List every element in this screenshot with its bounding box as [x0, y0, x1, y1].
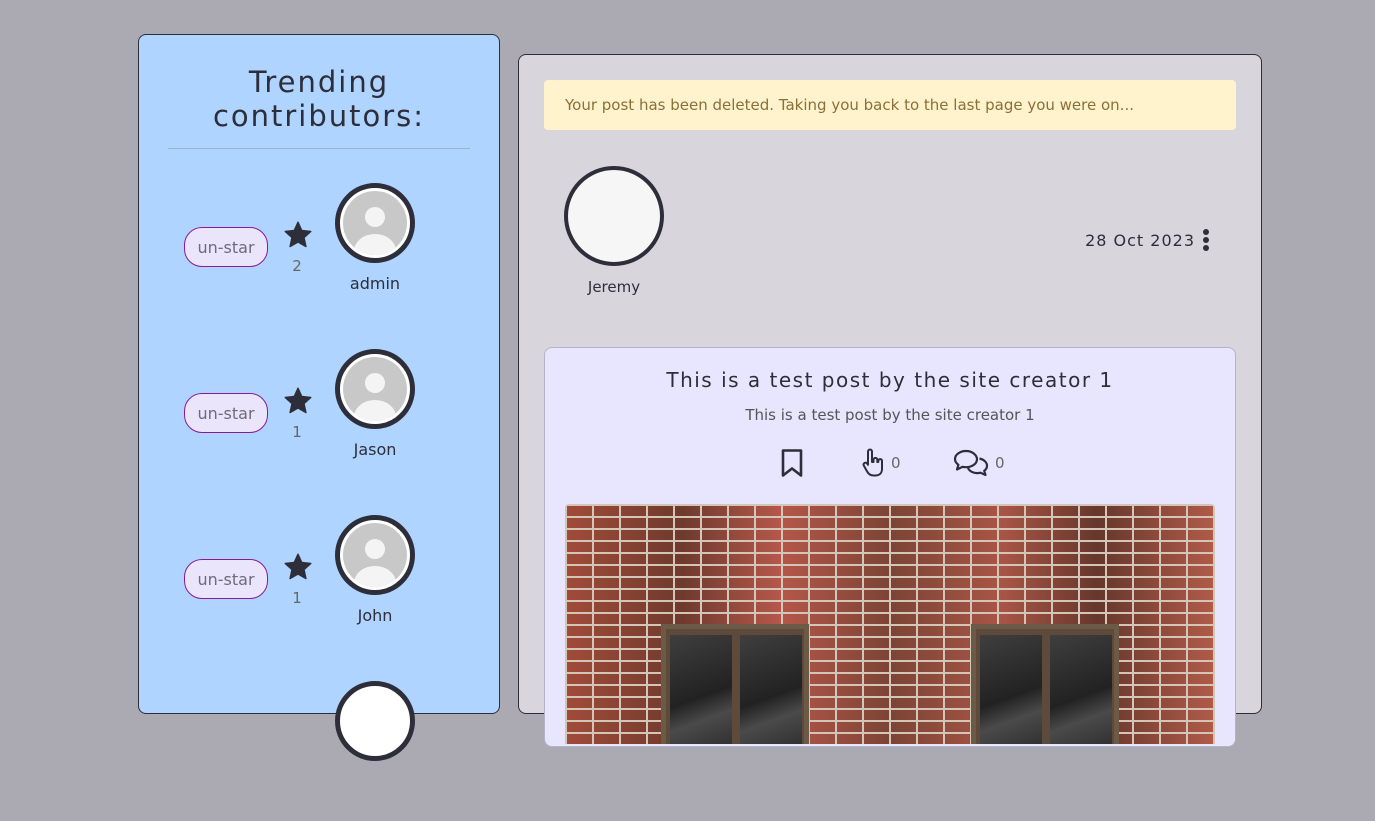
author-avatar[interactable] [564, 166, 664, 266]
sidebar-title-text: Trending contributors: [212, 65, 426, 133]
star-icon [284, 553, 312, 580]
avatar[interactable] [335, 349, 415, 429]
sidebar-divider [168, 148, 470, 149]
contributor-row-john: un-star 1 John [139, 515, 499, 655]
unstar-button[interactable]: un-star [184, 227, 268, 267]
sidebar-title: Trending contributors: [139, 65, 499, 133]
star-count: 1 [292, 423, 302, 441]
window-shape [661, 624, 809, 744]
user-placeholder-icon [354, 539, 396, 587]
bookmark-icon [781, 449, 803, 477]
like-count: 0 [891, 454, 901, 472]
star-count: 2 [292, 257, 302, 275]
contributor-row-jason: un-star 1 Jason [139, 349, 499, 489]
trending-contributors-panel: Trending contributors: un-star 2 admin u… [138, 34, 500, 761]
unstar-button[interactable]: un-star [184, 393, 268, 433]
post-actions: 0 0 [545, 446, 1235, 480]
pointing-hand-icon [862, 448, 883, 477]
post-body: This is a test post by the site creator … [745, 406, 1035, 424]
avatar[interactable] [335, 515, 415, 595]
comments-button[interactable]: 0 [953, 446, 1005, 480]
user-placeholder-icon [354, 207, 396, 255]
user-placeholder-icon [354, 373, 396, 421]
post-card: This is a test post by the site creator … [544, 347, 1236, 747]
kebab-menu-icon[interactable] [1199, 228, 1213, 256]
speech-bubbles-icon [953, 449, 989, 477]
alert-message: Your post has been deleted. Taking you b… [565, 96, 1134, 114]
avatar[interactable] [335, 183, 415, 263]
contributor-row-partial [139, 681, 499, 821]
author-name[interactable]: Jeremy [564, 278, 664, 296]
bookmark-button[interactable] [779, 446, 805, 480]
star-icon [284, 221, 312, 248]
contributor-name[interactable]: admin [325, 274, 425, 293]
like-button[interactable]: 0 [861, 446, 901, 480]
deleted-post-alert: Your post has been deleted. Taking you b… [544, 80, 1236, 130]
unstar-button[interactable]: un-star [184, 559, 268, 599]
contributor-name[interactable]: John [325, 606, 425, 625]
contributor-name[interactable]: Jason [325, 440, 425, 459]
post-date: 28 Oct 2023 [1085, 231, 1195, 250]
star-icon [284, 387, 312, 414]
window-shape [971, 624, 1119, 744]
avatar[interactable] [335, 681, 415, 761]
post-image[interactable] [565, 504, 1215, 744]
contributor-row-admin: un-star 2 admin [139, 183, 499, 323]
star-count: 1 [292, 589, 302, 607]
post-title[interactable]: This is a test post by the site creator … [545, 368, 1235, 392]
main-panel: Your post has been deleted. Taking you b… [518, 54, 1262, 747]
comment-count: 0 [995, 454, 1005, 472]
